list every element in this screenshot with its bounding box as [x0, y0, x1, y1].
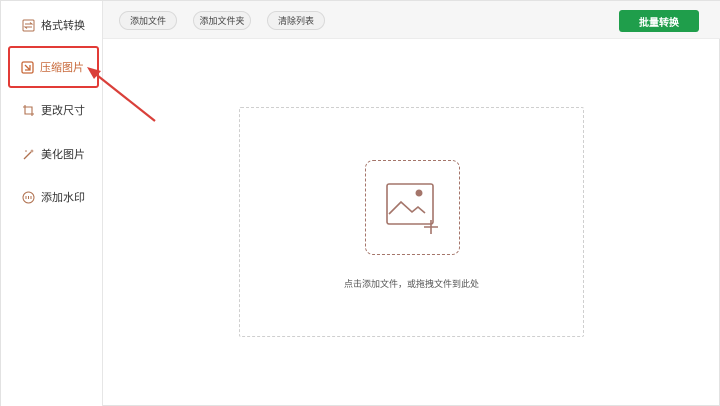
sidebar-item-label: 格式转换 [41, 19, 85, 32]
sidebar-item-watermark[interactable]: 添加水印 [11, 178, 99, 216]
sidebar-item-label: 添加水印 [41, 191, 85, 204]
file-drop-zone[interactable]: 点击添加文件，或拖拽文件到此处 [239, 107, 584, 337]
add-image-icon [386, 183, 438, 234]
clear-list-button[interactable]: 清除列表 [267, 11, 325, 30]
sidebar-item-resize[interactable]: 更改尺寸 [11, 91, 99, 129]
add-file-button[interactable]: 添加文件 [119, 11, 177, 30]
magic-wand-icon [21, 147, 35, 161]
sidebar-item-label: 更改尺寸 [41, 104, 85, 117]
toolbar: 添加文件 添加文件夹 清除列表 批量转换 [103, 1, 720, 39]
compress-image-icon [20, 60, 34, 74]
sidebar: 格式转换 压缩图片 更改尺寸 美化图片 添加水印 [1, 1, 103, 406]
app-window: 格式转换 压缩图片 更改尺寸 美化图片 添加水印 添加文件 添加文件夹 清除列表… [0, 0, 720, 406]
crop-icon [21, 103, 35, 117]
watermark-icon [21, 190, 35, 204]
add-image-box[interactable] [365, 160, 460, 255]
batch-convert-button[interactable]: 批量转换 [619, 10, 699, 32]
add-folder-button[interactable]: 添加文件夹 [193, 11, 251, 30]
sidebar-item-label: 美化图片 [41, 148, 85, 161]
format-convert-icon [21, 18, 35, 32]
sidebar-item-beautify[interactable]: 美化图片 [11, 135, 99, 173]
drop-hint-text: 点击添加文件，或拖拽文件到此处 [343, 280, 479, 290]
sidebar-item-label: 压缩图片 [40, 61, 84, 74]
sidebar-item-format-convert[interactable]: 格式转换 [11, 6, 99, 44]
sidebar-item-compress-image[interactable]: 压缩图片 [8, 46, 99, 88]
